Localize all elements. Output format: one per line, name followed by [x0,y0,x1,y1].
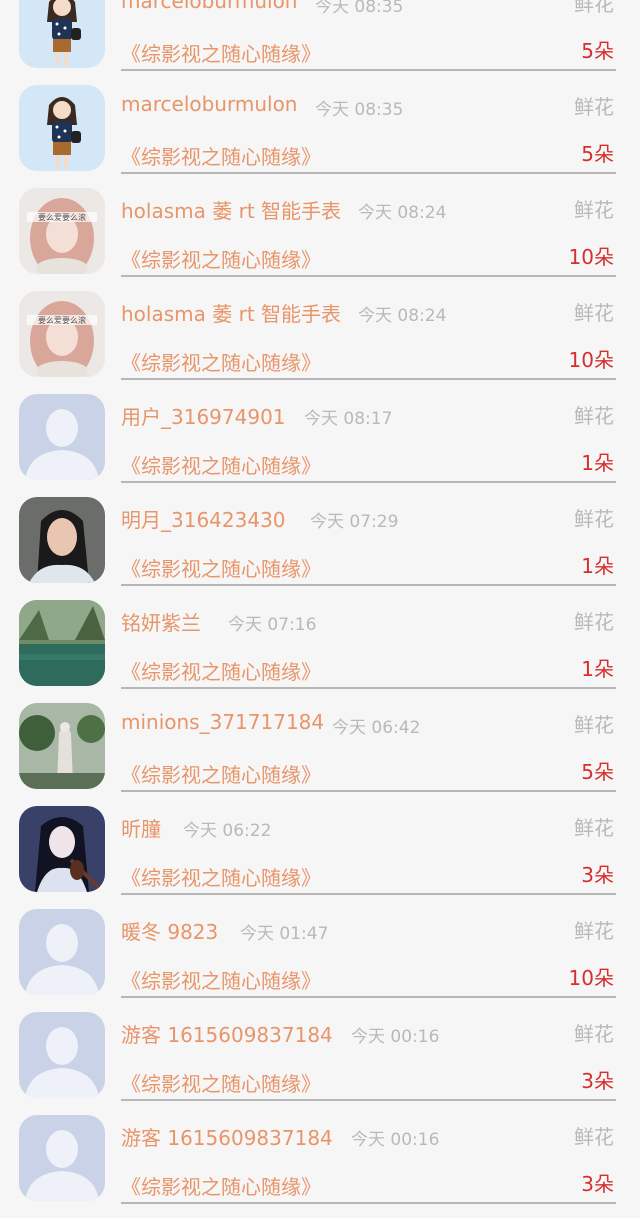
list-item[interactable]: 要么爱要么滚 holasma 萎 rt 智能手表 今天 08:24 鲜花 《综影… [0,188,640,291]
book-title-link[interactable]: 《综影视之随心随缘》 [121,1068,321,1097]
divider [121,790,616,792]
list-item[interactable]: marceloburmulon 今天 08:35 鲜花 《综影视之随心随缘》 5… [0,85,640,188]
timestamp: 今天 07:16 [228,615,317,635]
gift-record-list: marceloburmulon 今天 08:35 鲜花 《综影视之随心随缘》 5… [0,0,640,1218]
timestamp: 今天 06:22 [183,821,272,841]
gift-count: 10朵 [568,348,614,372]
gift-count: 5朵 [581,760,614,784]
svg-text:要么爱要么滚: 要么爱要么滚 [38,315,86,325]
book-title-link[interactable]: 《综影视之随心随缘》 [121,965,321,994]
divider [121,687,616,689]
user-name[interactable]: 明月_316423430 [121,504,286,533]
gift-type: 鲜花 [574,919,614,943]
user-name[interactable]: holasma 萎 rt 智能手表 [121,298,341,327]
divider [121,481,616,483]
timestamp: 今天 08:17 [304,409,393,429]
divider [121,378,616,380]
gift-type: 鲜花 [574,713,614,737]
gift-count: 5朵 [581,39,614,63]
gift-count: 3朵 [581,1172,614,1196]
divider [121,172,616,174]
list-item[interactable]: 铭妍紫兰 今天 07:16 鲜花 《综影视之随心随缘》 1朵 [0,600,640,703]
user-name[interactable]: marceloburmulon [121,92,297,116]
timestamp: 今天 08:35 [315,0,404,17]
avatar[interactable] [19,1012,105,1098]
avatar[interactable] [19,394,105,480]
list-item[interactable]: marceloburmulon 今天 08:35 鲜花 《综影视之随心随缘》 5… [0,0,640,85]
user-name[interactable]: holasma 萎 rt 智能手表 [121,195,341,224]
user-name[interactable]: 铭妍紫兰 [121,607,201,636]
book-title-link[interactable]: 《综影视之随心随缘》 [121,347,321,376]
avatar[interactable] [19,703,105,789]
gift-type: 鲜花 [574,507,614,531]
gift-type: 鲜花 [574,1125,614,1149]
user-name[interactable]: 游客 1615609837184 [121,1122,333,1151]
gift-type: 鲜花 [574,404,614,428]
gift-count: 3朵 [581,863,614,887]
timestamp: 今天 08:35 [315,100,404,120]
timestamp: 今天 07:29 [310,512,399,532]
gift-type: 鲜花 [574,0,614,16]
gift-count: 5朵 [581,142,614,166]
divider [121,584,616,586]
avatar[interactable] [19,909,105,995]
avatar[interactable] [19,497,105,583]
book-title-link[interactable]: 《综影视之随心随缘》 [121,656,321,685]
gift-count: 3朵 [581,1069,614,1093]
user-name[interactable]: 用户_316974901 [121,401,286,430]
svg-text:要么爱要么滚: 要么爱要么滚 [38,212,86,222]
divider [121,1202,616,1204]
list-item[interactable]: 明月_316423430 今天 07:29 鲜花 《综影视之随心随缘》 1朵 [0,497,640,600]
book-title-link[interactable]: 《综影视之随心随缘》 [121,862,321,891]
divider [121,893,616,895]
divider [121,1099,616,1101]
gift-count: 10朵 [568,966,614,990]
list-item[interactable]: 游客 1615609837184 今天 00:16 鲜花 《综影视之随心随缘》 … [0,1012,640,1115]
gift-type: 鲜花 [574,1022,614,1046]
divider [121,69,616,71]
user-name[interactable]: 游客 1615609837184 [121,1019,333,1048]
book-title-link[interactable]: 《综影视之随心随缘》 [121,141,321,170]
divider [121,996,616,998]
gift-count: 1朵 [581,554,614,578]
gift-type: 鲜花 [574,301,614,325]
avatar[interactable] [19,1115,105,1201]
user-name[interactable]: marceloburmulon [121,0,297,13]
user-name[interactable]: 暖冬 9823 [121,916,218,945]
timestamp: 今天 08:24 [358,203,447,223]
gift-type: 鲜花 [574,95,614,119]
user-name[interactable]: 昕朣 [121,813,161,842]
gift-type: 鲜花 [574,610,614,634]
list-item[interactable]: 昕朣 今天 06:22 鲜花 《综影视之随心随缘》 3朵 [0,806,640,909]
timestamp: 今天 06:42 [332,718,421,738]
timestamp: 今天 00:16 [351,1027,440,1047]
list-item[interactable]: 暖冬 9823 今天 01:47 鲜花 《综影视之随心随缘》 10朵 [0,909,640,1012]
list-item[interactable]: 要么爱要么滚 holasma 萎 rt 智能手表 今天 08:24 鲜花 《综影… [0,291,640,394]
avatar[interactable] [19,0,105,68]
gift-count: 1朵 [581,657,614,681]
list-item[interactable]: 游客 1615609837184 今天 00:16 鲜花 《综影视之随心随缘》 … [0,1115,640,1218]
book-title-link[interactable]: 《综影视之随心随缘》 [121,1171,321,1200]
avatar[interactable]: 要么爱要么滚 [19,291,105,377]
book-title-link[interactable]: 《综影视之随心随缘》 [121,450,321,479]
divider [121,275,616,277]
avatar[interactable]: 要么爱要么滚 [19,188,105,274]
timestamp: 今天 00:16 [351,1130,440,1150]
gift-count: 10朵 [568,245,614,269]
gift-count: 1朵 [581,451,614,475]
avatar[interactable] [19,85,105,171]
list-item[interactable]: minions_371717184 今天 06:42 鲜花 《综影视之随心随缘》… [0,703,640,806]
book-title-link[interactable]: 《综影视之随心随缘》 [121,244,321,273]
book-title-link[interactable]: 《综影视之随心随缘》 [121,38,321,67]
avatar[interactable] [19,806,105,892]
timestamp: 今天 01:47 [240,924,329,944]
gift-type: 鲜花 [574,198,614,222]
user-name[interactable]: minions_371717184 [121,710,324,734]
list-item[interactable]: 用户_316974901 今天 08:17 鲜花 《综影视之随心随缘》 1朵 [0,394,640,497]
gift-type: 鲜花 [574,816,614,840]
book-title-link[interactable]: 《综影视之随心随缘》 [121,759,321,788]
book-title-link[interactable]: 《综影视之随心随缘》 [121,553,321,582]
avatar[interactable] [19,600,105,686]
timestamp: 今天 08:24 [358,306,447,326]
